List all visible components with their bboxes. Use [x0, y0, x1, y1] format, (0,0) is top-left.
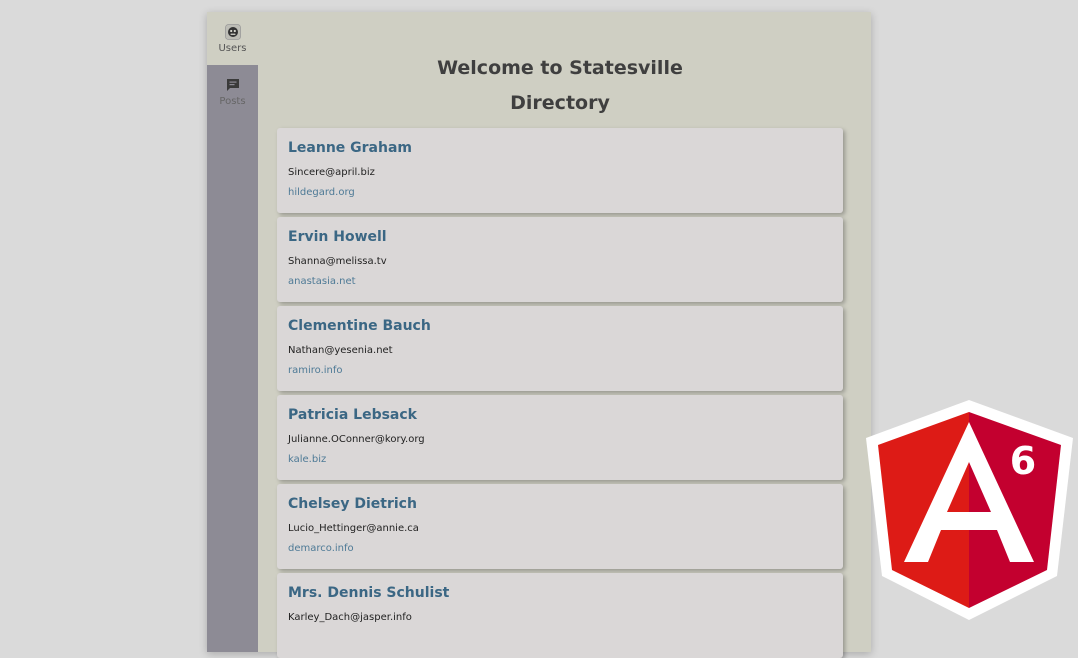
nav-item-posts[interactable]: Posts: [207, 65, 258, 118]
nav-item-users[interactable]: Users: [207, 12, 258, 65]
users-icon: [224, 23, 241, 40]
main-content: Welcome to Statesville Directory Leanne …: [258, 12, 871, 658]
user-name: Ervin Howell: [288, 229, 387, 245]
user-card-list: Leanne Graham Sincere@april.biz hildegar…: [277, 128, 843, 658]
app-window: Users Posts Welcome to Statesville Direc…: [207, 12, 871, 658]
user-card: Chelsey Dietrich Lucio_Hettinger@annie.c…: [277, 484, 843, 569]
angular-logo: 6: [866, 400, 1073, 620]
user-card: Ervin Howell Shanna@melissa.tv anastasia…: [277, 217, 843, 302]
nav-label-users: Users: [218, 42, 247, 54]
user-email: Karley_Dach@jasper.info: [288, 612, 412, 623]
nav-label-posts: Posts: [219, 95, 246, 107]
user-website-link[interactable]: kale.biz: [288, 453, 326, 467]
user-name: Chelsey Dietrich: [288, 496, 417, 512]
user-card: Leanne Graham Sincere@april.biz hildegar…: [277, 128, 843, 213]
user-email: Lucio_Hettinger@annie.ca: [288, 523, 419, 534]
chat-icon: [226, 78, 239, 91]
user-name: Clementine Bauch: [288, 318, 431, 334]
sidebar: Users Posts: [207, 12, 258, 652]
user-name: Mrs. Dennis Schulist: [288, 585, 450, 601]
page-title: Welcome to Statesville Directory: [277, 51, 843, 121]
user-card: Clementine Bauch Nathan@yesenia.net rami…: [277, 306, 843, 391]
user-email: Julianne.OConner@kory.org: [288, 434, 425, 445]
user-email: Shanna@melissa.tv: [288, 256, 387, 267]
user-email: Sincere@april.biz: [288, 167, 375, 178]
user-website-link[interactable]: anastasia.net: [288, 275, 356, 289]
user-name: Patricia Lebsack: [288, 407, 417, 423]
user-card: Mrs. Dennis Schulist Karley_Dach@jasper.…: [277, 573, 843, 658]
user-website-link[interactable]: hildegard.org: [288, 186, 355, 200]
angular-version-number: 6: [1010, 439, 1036, 483]
page-title-line2: Directory: [510, 92, 610, 114]
user-name: Leanne Graham: [288, 140, 413, 156]
user-website-link[interactable]: ramiro.info: [288, 364, 343, 378]
page-title-line1: Welcome to Statesville: [437, 57, 683, 79]
user-website-link[interactable]: demarco.info: [288, 542, 354, 556]
user-card: Patricia Lebsack Julianne.OConner@kory.o…: [277, 395, 843, 480]
user-email: Nathan@yesenia.net: [288, 345, 393, 356]
